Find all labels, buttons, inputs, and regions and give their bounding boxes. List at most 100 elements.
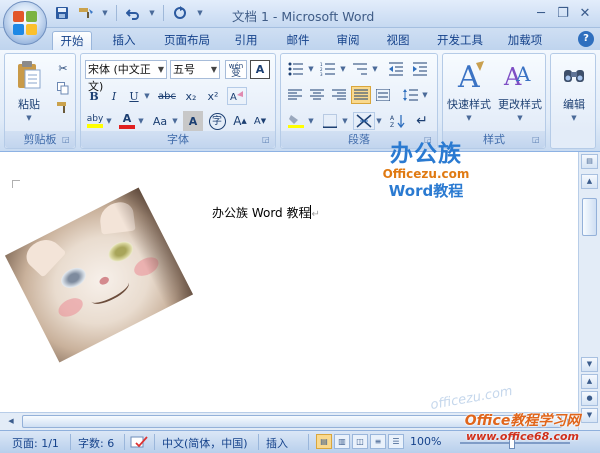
highlight-button[interactable]: aby <box>85 111 105 131</box>
align-right-icon[interactable] <box>329 86 349 104</box>
clear-formatting-button[interactable]: A <box>227 87 247 105</box>
proofing-icon[interactable] <box>130 435 148 452</box>
chevron-down-icon[interactable]: ▼ <box>137 111 145 131</box>
show-hide-icon[interactable]: ↵ <box>411 112 433 130</box>
sort-icon[interactable]: AZ <box>387 112 409 130</box>
full-screen-reading-view-icon[interactable]: ▥ <box>334 434 350 449</box>
dialog-launcher-icon[interactable]: ◲ <box>262 135 272 145</box>
chevron-down-icon[interactable]: ▼ <box>339 60 347 78</box>
chevron-down-icon[interactable]: ▼ <box>551 110 597 123</box>
tab-page-layout[interactable]: 页面布局 <box>157 31 217 51</box>
status-word-count[interactable]: 字数: 6 <box>78 435 114 451</box>
chevron-down-icon[interactable]: ▼ <box>371 60 379 78</box>
select-browse-object-icon[interactable]: ● <box>581 391 598 406</box>
chevron-down-icon[interactable]: ▼ <box>443 110 495 123</box>
format-painter-icon[interactable] <box>55 100 71 116</box>
align-left-icon[interactable] <box>285 86 305 104</box>
tab-mailings[interactable]: 邮件 <box>278 31 318 51</box>
change-case-button[interactable]: Aa <box>149 111 171 131</box>
previous-page-icon[interactable]: ▲ <box>581 374 598 389</box>
tab-view[interactable]: 视图 <box>378 31 418 51</box>
multilevel-list-icon[interactable] <box>349 60 371 78</box>
font-name-combo[interactable]: 宋体 (中文正文) ▼ <box>85 60 167 93</box>
character-border-button[interactable]: A <box>250 60 270 79</box>
chevron-down-icon[interactable]: ▼ <box>421 86 429 104</box>
tab-developer[interactable]: 开发工具 <box>430 31 490 51</box>
save-icon[interactable] <box>52 4 72 22</box>
scroll-down-icon[interactable]: ▼ <box>581 357 598 372</box>
tab-review[interactable]: 审阅 <box>328 31 368 51</box>
change-styles-icon[interactable]: AA <box>499 58 539 92</box>
chevron-down-icon[interactable]: ▼ <box>9 110 49 123</box>
align-center-icon[interactable] <box>307 86 327 104</box>
status-zoom-level[interactable]: 100% <box>410 435 441 448</box>
chevron-down-icon[interactable]: ▼ <box>171 111 179 131</box>
borders-icon[interactable] <box>319 112 341 130</box>
scroll-up-icon[interactable]: ▲ <box>581 174 598 189</box>
binoculars-icon[interactable] <box>557 58 591 92</box>
chevron-down-icon[interactable]: ▼ <box>307 60 315 78</box>
chevron-down-icon[interactable]: ▼ <box>307 112 315 130</box>
shading-icon[interactable] <box>285 112 307 130</box>
scroll-thumb[interactable] <box>582 198 597 236</box>
line-spacing-icon[interactable] <box>399 86 421 104</box>
redo-icon[interactable] <box>170 4 190 22</box>
bullets-icon[interactable] <box>285 60 307 78</box>
status-page[interactable]: 页面: 1/1 <box>12 435 59 451</box>
underline-button[interactable]: U <box>125 87 143 105</box>
chevron-down-icon[interactable]: ▼ <box>143 87 151 105</box>
status-language[interactable]: 中文(简体，中国) <box>162 435 248 451</box>
increase-indent-icon[interactable] <box>409 60 431 78</box>
chevron-down-icon[interactable]: ▼ <box>493 110 547 123</box>
web-layout-view-icon[interactable]: ◫ <box>352 434 368 449</box>
chevron-down-icon[interactable]: ▼ <box>100 4 110 22</box>
draft-view-icon[interactable]: ☰ <box>388 434 404 449</box>
copy-icon[interactable] <box>55 80 71 96</box>
phonetic-guide-button[interactable]: wén 变 <box>225 60 247 79</box>
justify-icon[interactable] <box>351 86 371 104</box>
status-insert-mode[interactable]: 插入 <box>266 435 288 451</box>
dialog-launcher-icon[interactable]: ◲ <box>532 135 542 145</box>
chinese-layout-icon[interactable] <box>353 112 375 130</box>
paste-icon[interactable] <box>11 58 47 92</box>
dialog-launcher-icon[interactable]: ◲ <box>62 135 72 145</box>
grow-font-button[interactable]: A ▲ <box>231 111 249 131</box>
chevron-down-icon[interactable]: ▼ <box>105 111 113 131</box>
chevron-down-icon[interactable]: ▼ <box>147 4 157 22</box>
tab-references[interactable]: 引用 <box>226 31 266 51</box>
decrease-indent-icon[interactable] <box>385 60 407 78</box>
restore-icon[interactable]: ❐ <box>552 3 574 23</box>
close-icon[interactable]: ✕ <box>574 3 596 23</box>
enclose-characters-button[interactable]: 字 <box>207 111 227 131</box>
document-text-line[interactable]: 办公族 Word 教程↵ <box>212 204 320 221</box>
superscript-button[interactable]: x² <box>203 87 223 105</box>
quick-styles-icon[interactable]: A <box>451 58 491 92</box>
office-button[interactable] <box>3 1 47 45</box>
font-size-combo[interactable]: 五号 ▼ <box>170 60 220 79</box>
cut-icon[interactable]: ✂ <box>55 60 71 76</box>
scroll-left-icon[interactable]: ◀ <box>4 415 18 428</box>
font-color-button[interactable]: A <box>117 111 137 131</box>
ruler-toggle-icon[interactable]: ▤ <box>581 154 598 169</box>
minimize-icon[interactable]: ─ <box>530 3 552 23</box>
vertical-scrollbar[interactable]: ▤ ▲ ▼ ▲ ● ▼ <box>578 152 600 430</box>
bold-button[interactable]: B <box>85 87 103 105</box>
tab-insert[interactable]: 插入 <box>104 31 144 51</box>
tab-home[interactable]: 开始 <box>52 31 92 51</box>
chevron-down-icon[interactable]: ▼ <box>341 112 349 130</box>
help-icon[interactable]: ? <box>578 31 594 47</box>
outline-view-icon[interactable]: ≡ <box>370 434 386 449</box>
italic-button[interactable]: I <box>105 87 123 105</box>
customize-qat-icon[interactable]: ▼ <box>194 4 206 22</box>
chevron-down-icon[interactable]: ▼ <box>375 112 383 130</box>
undo-icon[interactable] <box>123 4 143 22</box>
numbering-icon[interactable]: 123 <box>317 60 339 78</box>
distributed-icon[interactable] <box>373 86 393 104</box>
print-layout-view-icon[interactable]: ▤ <box>316 434 332 449</box>
format-painter-icon[interactable] <box>76 4 96 22</box>
subscript-button[interactable]: x₂ <box>181 87 201 105</box>
character-shading-button[interactable]: A <box>183 111 203 131</box>
tab-addins[interactable]: 加载项 <box>500 31 550 51</box>
shrink-font-button[interactable]: A ▼ <box>251 111 269 131</box>
strikethrough-button[interactable]: abc <box>155 87 179 105</box>
